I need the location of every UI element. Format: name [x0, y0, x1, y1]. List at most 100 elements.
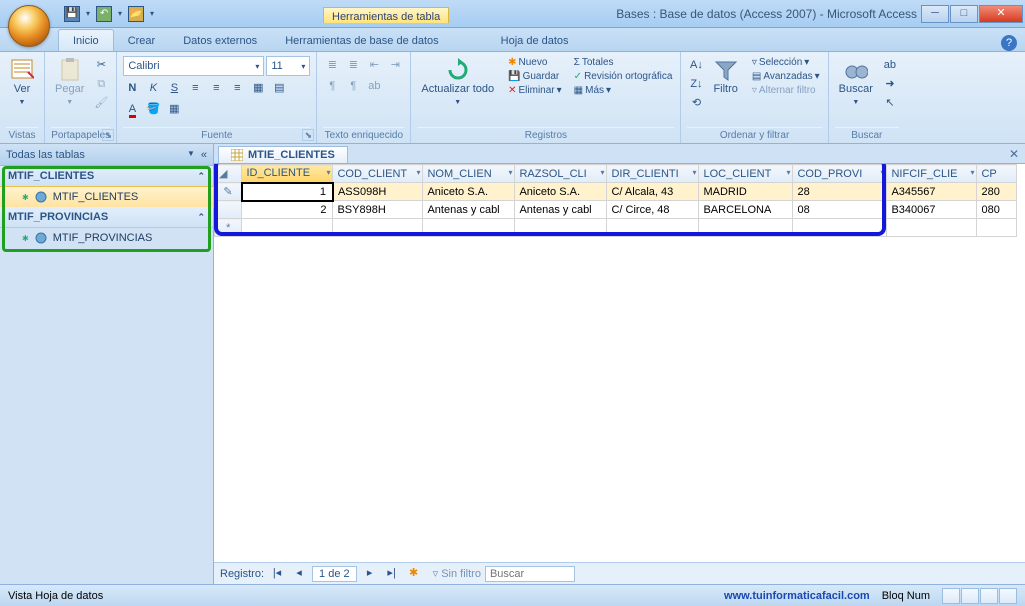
- fill-color-button[interactable]: 🪣: [144, 100, 162, 118]
- table-row[interactable]: 2 BSY898H Antenas y cabl Antenas y cabl …: [215, 201, 1017, 219]
- nav-item-clientes[interactable]: ✱ MTIF_CLIENTES: [0, 186, 214, 208]
- cell[interactable]: [793, 219, 887, 237]
- nav-pane-header[interactable]: Todas las tablas ▼«: [0, 144, 213, 166]
- italic-button[interactable]: K: [144, 79, 162, 97]
- cell[interactable]: A345567: [887, 183, 977, 201]
- cell[interactable]: [423, 219, 515, 237]
- bold-button[interactable]: N: [123, 79, 141, 97]
- cell[interactable]: [699, 219, 793, 237]
- avanzadas-button[interactable]: ▤Avanzadas ▾: [750, 70, 822, 83]
- cell-id[interactable]: 2: [242, 201, 333, 219]
- cell[interactable]: [333, 219, 423, 237]
- doc-tab-clientes[interactable]: MTIE_CLIENTES: [218, 146, 348, 163]
- minimize-button[interactable]: ─: [921, 5, 949, 23]
- grid-color-button[interactable]: ▦: [165, 100, 183, 118]
- cell[interactable]: [977, 219, 1017, 237]
- cell[interactable]: 28: [793, 183, 887, 201]
- tab-herramientas-bd[interactable]: Herramientas de base de datos: [271, 30, 452, 51]
- select-all-corner[interactable]: ◢: [215, 165, 242, 183]
- underline-button[interactable]: S: [165, 79, 183, 97]
- nav-group-provincias[interactable]: MTIF_PROVINCIAS ⌃: [0, 207, 213, 228]
- align-right-button[interactable]: ≡: [228, 79, 246, 97]
- col-raz[interactable]: RAZSOL_CLI▾: [515, 165, 607, 183]
- new-row-selector[interactable]: *: [215, 219, 242, 237]
- alternar-button[interactable]: ▿Alternar filtro: [750, 84, 822, 97]
- record-position[interactable]: 1 de 2: [312, 566, 357, 582]
- ltr-button[interactable]: ¶: [323, 77, 341, 95]
- altrow-button[interactable]: ▤: [270, 79, 288, 97]
- cell[interactable]: Antenas y cabl: [515, 201, 607, 219]
- pivot-view-button[interactable]: [961, 588, 979, 604]
- first-record-button[interactable]: |◂: [268, 566, 286, 582]
- goto-button[interactable]: ➜: [881, 75, 899, 93]
- cell[interactable]: C/ Alcala, 43: [607, 183, 699, 201]
- cell[interactable]: [607, 219, 699, 237]
- copy-icon[interactable]: ⧉: [92, 75, 110, 93]
- pegar-button[interactable]: Pegar ▼: [51, 56, 88, 110]
- last-record-button[interactable]: ▸|: [383, 566, 401, 582]
- indent-dec-button[interactable]: ⇤: [365, 56, 383, 74]
- cell[interactable]: BARCELONA: [699, 201, 793, 219]
- col-cp[interactable]: CP: [977, 165, 1017, 183]
- qat-customize[interactable]: ▾: [148, 9, 156, 18]
- new-row[interactable]: *: [215, 219, 1017, 237]
- save-icon[interactable]: 💾: [64, 6, 80, 22]
- cell[interactable]: [887, 219, 977, 237]
- undo-icon[interactable]: ↶: [96, 6, 112, 22]
- font-size-combo[interactable]: 11▾: [266, 56, 310, 76]
- nuevo-button[interactable]: ✱Nuevo: [506, 56, 564, 69]
- tab-inicio[interactable]: Inicio: [58, 29, 114, 51]
- totales-button[interactable]: ΣTotales: [572, 56, 675, 69]
- prev-record-button[interactable]: ◂: [290, 566, 308, 582]
- col-dir[interactable]: DIR_CLIENTI▾: [607, 165, 699, 183]
- cell[interactable]: BSY898H: [333, 201, 423, 219]
- guardar-button[interactable]: 💾Guardar: [506, 70, 564, 83]
- gridlines-button[interactable]: ▦: [249, 79, 267, 97]
- buscar-button[interactable]: Buscar ▼: [835, 56, 877, 110]
- nav-group-clientes[interactable]: MTIF_CLIENTES ⌃: [0, 166, 213, 187]
- cell[interactable]: 080: [977, 201, 1017, 219]
- clear-sort-button[interactable]: ⟲: [687, 94, 705, 112]
- nav-dropdown-icon[interactable]: ▼: [187, 149, 195, 161]
- col-cod[interactable]: COD_CLIENT▾: [333, 165, 423, 183]
- help-icon[interactable]: ?: [1001, 35, 1017, 51]
- tab-hoja-datos[interactable]: Hoja de datos: [487, 30, 583, 51]
- tab-datos-externos[interactable]: Datos externos: [169, 30, 271, 51]
- porta-launcher[interactable]: ⬊: [102, 129, 114, 141]
- ortografia-button[interactable]: ✓Revisión ortográfica: [572, 70, 675, 83]
- replace-button[interactable]: ab: [881, 56, 899, 74]
- mas-button[interactable]: ▦Más ▾: [572, 84, 675, 97]
- cut-icon[interactable]: ✂: [92, 56, 110, 74]
- cell[interactable]: C/ Circe, 48: [607, 201, 699, 219]
- cell[interactable]: Aniceto S.A.: [515, 183, 607, 201]
- design-view-button[interactable]: [999, 588, 1017, 604]
- tab-crear[interactable]: Crear: [114, 30, 170, 51]
- cell[interactable]: Aniceto S.A.: [423, 183, 515, 201]
- bullets-button[interactable]: ≣: [323, 56, 341, 74]
- seleccion-button[interactable]: ▿Selección ▾: [750, 56, 822, 69]
- cell[interactable]: B340067: [887, 201, 977, 219]
- cell[interactable]: MADRID: [699, 183, 793, 201]
- filtro-button[interactable]: Filtro: [709, 56, 741, 97]
- col-id[interactable]: ID_CLIENTE▾: [242, 165, 333, 183]
- cell[interactable]: 280: [977, 183, 1017, 201]
- chart-view-button[interactable]: [980, 588, 998, 604]
- sort-asc-button[interactable]: A↓: [687, 56, 705, 74]
- numbering-button[interactable]: ≣: [344, 56, 362, 74]
- cell[interactable]: [515, 219, 607, 237]
- ver-button[interactable]: Ver ▼: [6, 56, 38, 110]
- fuente-launcher[interactable]: ⬊: [302, 129, 314, 141]
- cell[interactable]: [242, 219, 333, 237]
- col-nom[interactable]: NOM_CLIEN▾: [423, 165, 515, 183]
- highlight-button[interactable]: ab: [365, 77, 383, 95]
- nav-item-provincias[interactable]: ✱ MTIF_PROVINCIAS: [0, 228, 213, 248]
- next-record-button[interactable]: ▸: [361, 566, 379, 582]
- open-folder-icon[interactable]: 📂: [128, 6, 144, 22]
- font-name-combo[interactable]: Calibri▾: [123, 56, 264, 76]
- maximize-button[interactable]: □: [950, 5, 978, 23]
- table-row[interactable]: ✎ 1 ASS098H Aniceto S.A. Aniceto S.A. C/…: [215, 183, 1017, 201]
- eliminar-button[interactable]: ✕Eliminar ▾: [506, 84, 564, 97]
- col-nif[interactable]: NIFCIF_CLIE▾: [887, 165, 977, 183]
- office-button[interactable]: [8, 5, 50, 47]
- indent-inc-button[interactable]: ⇥: [386, 56, 404, 74]
